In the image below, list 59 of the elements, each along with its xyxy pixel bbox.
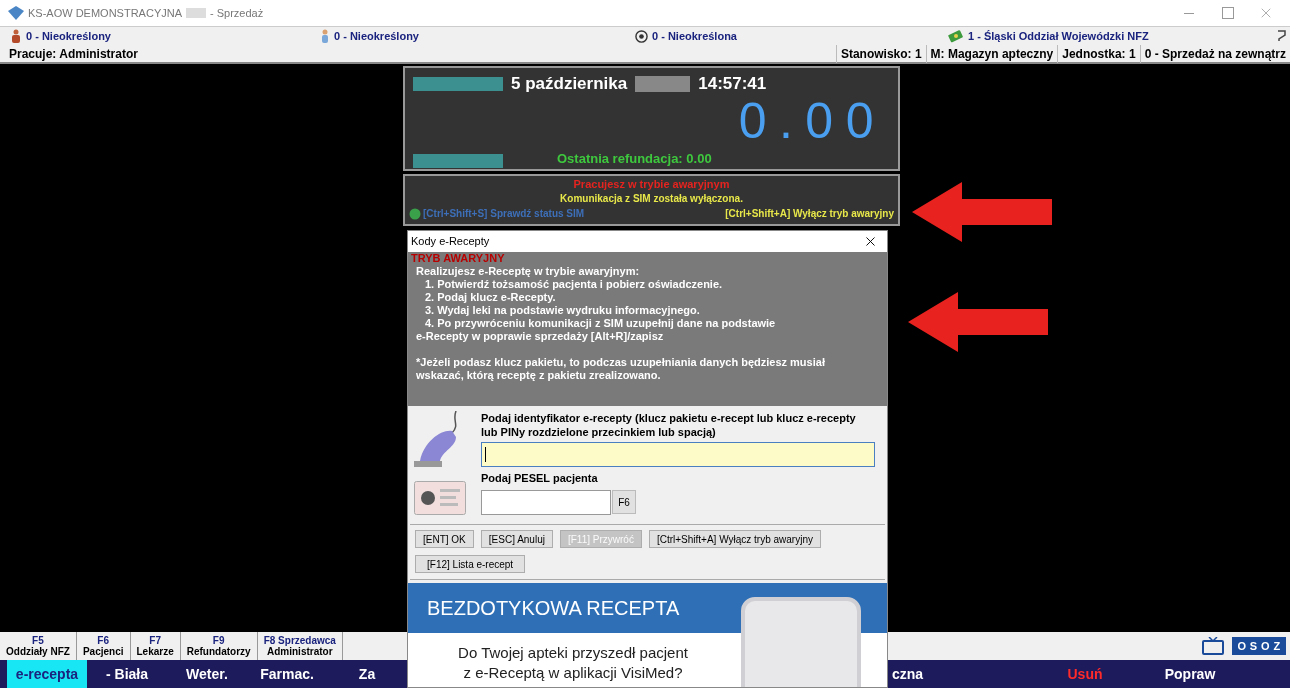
- disable-emergency-link[interactable]: [Ctrl+Shift+A] Wyłącz tryb awaryjny: [725, 206, 894, 221]
- bottom-tab[interactable]: Usuń: [1040, 660, 1130, 688]
- dialog-button[interactable]: [F12] Lista e-recept: [415, 555, 526, 573]
- id-card-icon: [414, 481, 466, 515]
- emergency-title: Pracujesz w trybie awaryjnym: [573, 177, 730, 192]
- prescription-id-label: Podaj identyfikator e-recepty (klucz pakietu e-recept lub klucz e-recepty lub PINy rozdzielone przecinkiem lub spacją): [481, 411, 857, 439]
- instruction-line: e-Recepty w poprawie sprzedaży [Alt+R]/zapisz: [415, 330, 665, 343]
- refund-text: Ostatnia refundacja: 0.00: [557, 149, 712, 168]
- instruction-line: 2. Podaj klucz e-Recepty.: [424, 291, 557, 304]
- dialog-title: Kody e-Recepty: [411, 234, 490, 250]
- dialog-button[interactable]: [ESC] Anuluj: [480, 530, 553, 548]
- restore-button[interactable]: [1222, 7, 1234, 19]
- status-cell: Jednostka: 1: [1057, 44, 1140, 63]
- prescription-id-field[interactable]: [481, 442, 875, 467]
- status-cell: M: Magazyn apteczny: [925, 44, 1058, 63]
- info-label: 0 - Nieokreślona: [652, 28, 737, 44]
- window-title: KS-AOW DEMONSTRACYJNA: [28, 5, 182, 21]
- tv-icon[interactable]: [1202, 637, 1225, 655]
- bottom-tab[interactable]: e-recepta: [7, 660, 87, 688]
- bottom-tab[interactable]: Weter.: [167, 660, 247, 688]
- dialog-button[interactable]: [Ctrl+Shift+A] Wyłącz tryb awaryjny: [648, 530, 821, 548]
- info-label: 0 - Nieokreślony: [334, 28, 419, 44]
- window-title-suffix: - Sprzedaż: [210, 5, 264, 21]
- banner-text-line: Do Twojej apteki przyszedł pacjent: [458, 643, 688, 663]
- pesel-field[interactable]: [481, 490, 611, 515]
- close-button[interactable]: [863, 234, 878, 249]
- doctor-icon: [320, 29, 330, 43]
- instruction-line: 1. Potwierdź tożsamość pacjenta i pobierz oświadczenie.: [424, 278, 724, 291]
- status-cell: Stanowisko: 1: [835, 44, 926, 63]
- bottom-tab[interactable]: Za: [327, 660, 407, 688]
- bottom-tab[interactable]: - Biała: [87, 660, 167, 688]
- mode-label: TRYB AWARYJNY: [411, 252, 506, 265]
- f6-button[interactable]: F6: [612, 490, 636, 514]
- bottom-tab[interactable]: Popraw: [1130, 660, 1250, 688]
- blurred-block: [635, 75, 691, 92]
- bottom-tab[interactable]: Farmac.: [247, 660, 327, 688]
- package-note: *Jeżeli podasz klucz pakietu, to podczas uzupełniania danych będziesz musiał wskazać, którą receptę z pakietu zrealizowano.: [415, 356, 826, 382]
- osoz-logo: OSOZ: [1232, 637, 1286, 655]
- globe-icon: [409, 207, 421, 220]
- user-label: Pracuje: Administrator: [8, 45, 138, 63]
- instruction-line: 3. Wydaj leki na podstawie wydruku informacyjnego.: [424, 304, 701, 317]
- amount-display: 0.00: [738, 95, 887, 146]
- dialog-button[interactable]: [ENT] OK: [415, 530, 474, 548]
- instruction-line: Realizujesz e-Receptę w trybie awaryjnym:: [415, 265, 641, 278]
- info-label: 1 - Śląski Oddział Wojewódzki NFZ: [968, 28, 1149, 44]
- info-label: 0 - Nieokreślony: [26, 28, 111, 44]
- pesel-label: Podaj PESEL pacjenta: [481, 471, 599, 485]
- person-icon: [10, 29, 22, 43]
- bottom-tab[interactable]: czna: [890, 660, 1040, 688]
- blurred-block: [186, 8, 206, 18]
- status-cell: 0 - Sprzedaż na zewnątrz: [1139, 44, 1290, 63]
- banner-title: BEZDOTYKOWA RECEPTA: [427, 596, 680, 621]
- banknote-icon: [948, 29, 964, 43]
- instruction-line: 4. Po przywróceniu komunikacji z SIM uzupełnij dane na podstawie: [424, 317, 777, 330]
- app-logo-icon: [8, 6, 24, 20]
- date-text: 5 października: [511, 73, 628, 95]
- banner-text-line: z e-Receptą w aplikacji VisiMed?: [463, 663, 683, 683]
- emergency-message: Komunikacja z SIM została wyłączona.: [560, 192, 743, 206]
- time-text: 14:57:41: [698, 73, 767, 95]
